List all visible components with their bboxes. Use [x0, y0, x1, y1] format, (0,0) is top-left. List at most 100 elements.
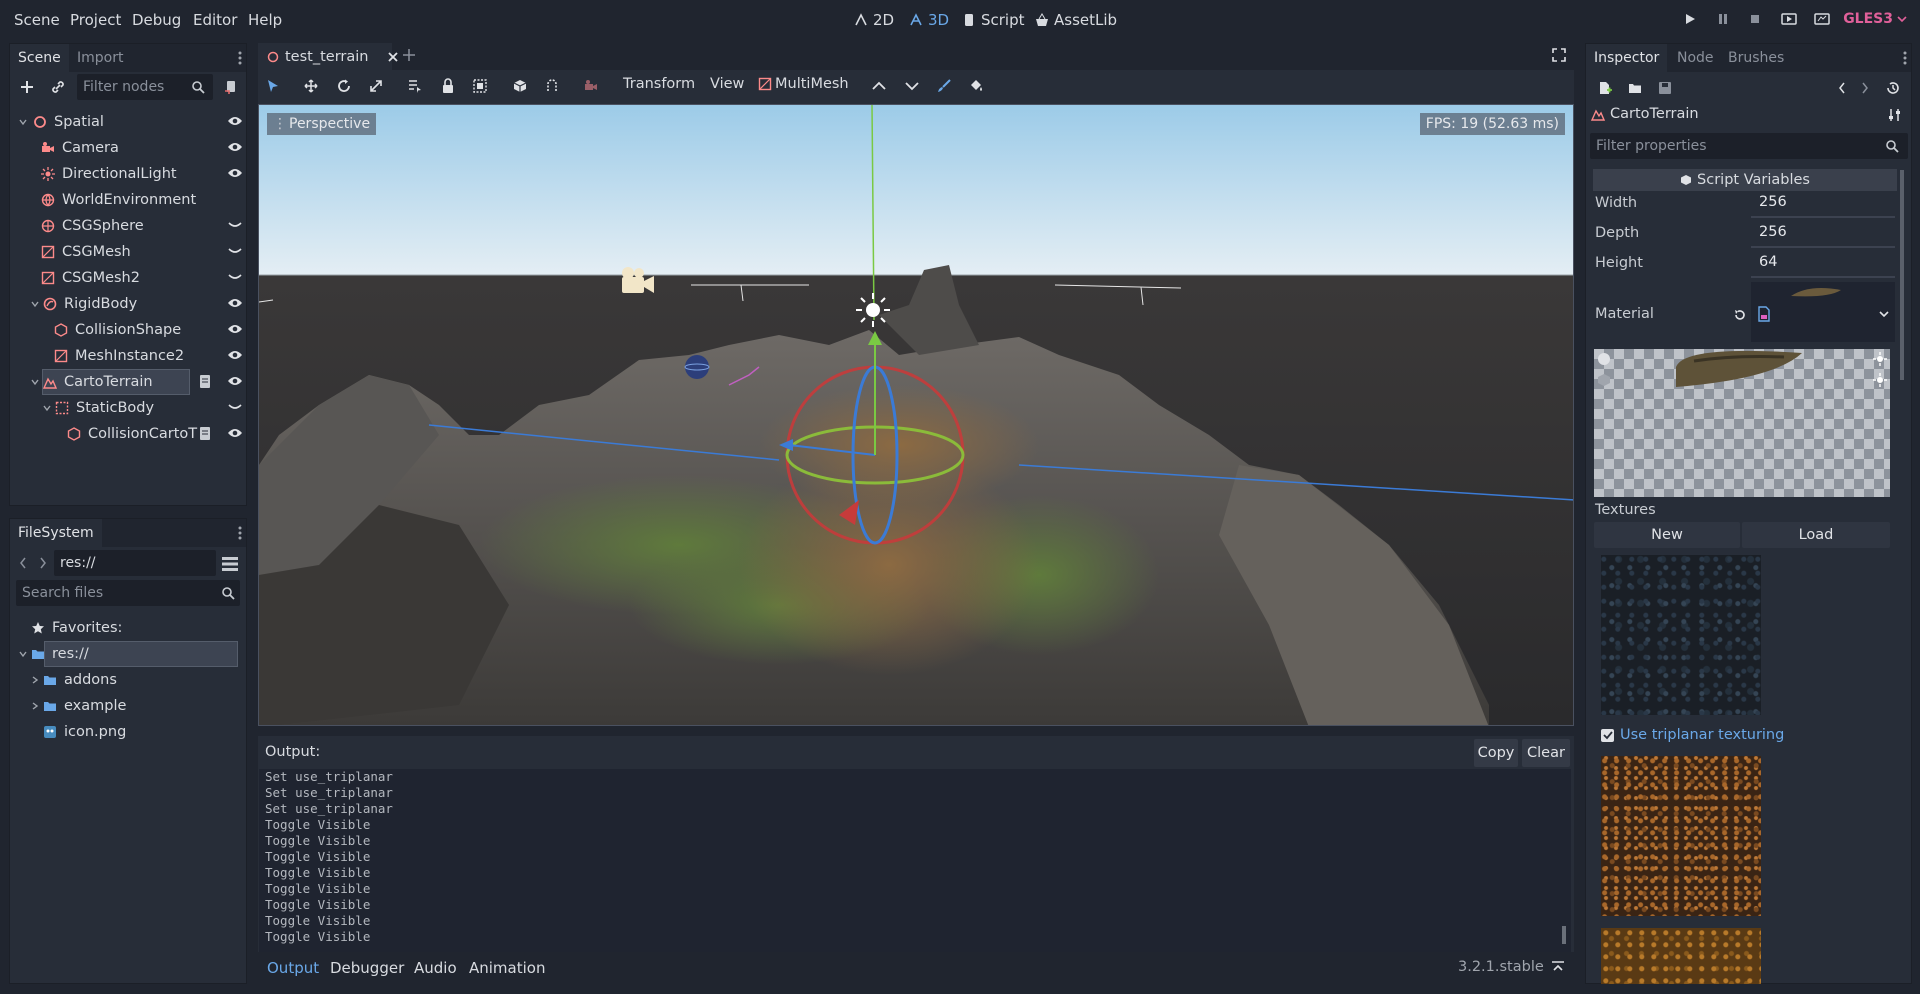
- tree-node-csgmesh[interactable]: CSGMesh: [40, 239, 131, 265]
- 3d-viewport[interactable]: ⋮ Perspective FPS: 19 (52.63 ms): [258, 104, 1574, 726]
- tree-node-rigidbody[interactable]: RigidBody: [30, 291, 137, 317]
- history-icon[interactable]: [1886, 81, 1900, 95]
- split-view-icon[interactable]: [221, 556, 239, 572]
- collapse-arrow-icon[interactable]: [30, 299, 40, 309]
- menu-help[interactable]: Help: [248, 11, 282, 29]
- visibility-eye-icon[interactable]: [227, 323, 243, 335]
- height-spinbox[interactable]: 64: [1751, 254, 1895, 278]
- play-scene-icon[interactable]: [1781, 12, 1797, 26]
- depth-spinbox[interactable]: 256: [1751, 224, 1895, 248]
- clear-button[interactable]: Clear: [1522, 739, 1570, 767]
- scale-tool-icon[interactable]: [369, 79, 383, 93]
- chevron-down-icon[interactable]: [1879, 310, 1889, 318]
- view-menu[interactable]: View: [710, 76, 744, 92]
- cube-preview-icon[interactable]: [1597, 373, 1611, 387]
- menu-editor[interactable]: Editor: [193, 11, 237, 29]
- tab-import[interactable]: Import: [69, 44, 131, 72]
- play-icon[interactable]: [1683, 12, 1697, 26]
- menu-debug[interactable]: Debug: [132, 11, 181, 29]
- history-forward-icon[interactable]: [1861, 82, 1869, 94]
- tab-inspector[interactable]: Inspector: [1586, 44, 1668, 72]
- lock-icon[interactable]: [441, 78, 455, 94]
- load-texture-button[interactable]: Load: [1742, 522, 1890, 548]
- distraction-free-icon[interactable]: [1552, 48, 1566, 62]
- revert-icon[interactable]: [1733, 308, 1747, 322]
- tree-node-meshinstance2[interactable]: MeshInstance2: [53, 343, 184, 369]
- perspective-menu[interactable]: ⋮ Perspective: [267, 113, 377, 135]
- light-2-icon[interactable]: [1873, 373, 1887, 387]
- visibility-eye-icon[interactable]: [227, 427, 243, 439]
- visibility-eye-icon[interactable]: [227, 115, 243, 127]
- expand-panel-icon[interactable]: [1551, 961, 1565, 973]
- collapse-arrow-icon[interactable]: [18, 117, 28, 127]
- tree-node-collisionshape[interactable]: CollisionShape: [53, 317, 181, 343]
- save-icon[interactable]: [1658, 81, 1672, 95]
- visibility-eye-icon[interactable]: [227, 167, 243, 179]
- favorites-row[interactable]: Favorites:: [30, 615, 122, 641]
- addons-folder-row[interactable]: addons: [30, 667, 117, 693]
- stop-icon[interactable]: [1748, 12, 1762, 26]
- rotate-tool-icon[interactable]: [337, 79, 351, 93]
- tree-node-collisioncartot[interactable]: CollisionCartoT: [66, 421, 197, 447]
- play-custom-scene-icon[interactable]: [1814, 12, 1830, 26]
- script-variables-header[interactable]: Script Variables: [1593, 169, 1897, 191]
- collapse-arrow-icon[interactable]: [18, 649, 28, 659]
- path-field[interactable]: res://: [54, 550, 216, 576]
- mode-2d-button[interactable]: 2D: [853, 11, 894, 29]
- new-texture-button[interactable]: New: [1594, 522, 1740, 548]
- dock-menu-icon[interactable]: [1903, 50, 1907, 66]
- mode-assetlib-button[interactable]: AssetLib: [1034, 11, 1117, 29]
- raise-terrain-icon[interactable]: [872, 81, 886, 91]
- tab-brushes[interactable]: Brushes: [1720, 44, 1792, 72]
- tab-output[interactable]: Output: [267, 959, 319, 977]
- dock-menu-icon[interactable]: [238, 50, 242, 66]
- tab-debugger[interactable]: Debugger: [330, 959, 404, 977]
- mode-script-button[interactable]: Script: [961, 11, 1025, 29]
- output-scrollbar[interactable]: [1562, 926, 1566, 944]
- res-folder-row[interactable]: res://: [18, 641, 89, 667]
- icon-file-row[interactable]: icon.png: [42, 719, 126, 745]
- output-log[interactable]: Set use_triplanar Set use_triplanar Set …: [259, 769, 1571, 952]
- tree-node-csgmesh2[interactable]: CSGMesh2: [40, 265, 140, 291]
- triplanar-checkbox-row[interactable]: Use triplanar texturing: [1601, 727, 1784, 743]
- multimesh-menu[interactable]: MultiMesh: [758, 76, 849, 92]
- pause-icon[interactable]: [1716, 12, 1730, 26]
- lower-terrain-icon[interactable]: [905, 81, 919, 91]
- tree-node-camera[interactable]: Camera: [40, 135, 119, 161]
- tab-scene[interactable]: Scene: [10, 44, 69, 72]
- tab-audio[interactable]: Audio: [414, 959, 457, 977]
- tree-node-staticbody[interactable]: StaticBody: [42, 395, 154, 421]
- expand-arrow-icon[interactable]: [30, 675, 40, 685]
- add-node-icon[interactable]: [19, 79, 35, 95]
- visibility-eye-icon[interactable]: [227, 141, 243, 153]
- collapse-arrow-icon[interactable]: [30, 377, 40, 387]
- inspected-object[interactable]: CartoTerrain: [1591, 106, 1699, 122]
- checkbox-checked-icon[interactable]: [1601, 728, 1614, 742]
- tab-filesystem[interactable]: FileSystem: [10, 519, 102, 547]
- hidden-eye-icon[interactable]: [227, 219, 243, 231]
- tree-node-csgsphere[interactable]: CSGSphere: [40, 213, 144, 239]
- paint-bucket-icon[interactable]: [969, 79, 983, 93]
- back-arrow-icon[interactable]: [19, 557, 27, 569]
- search-files-input[interactable]: Search files: [16, 580, 240, 606]
- tree-node-spatial[interactable]: Spatial: [18, 109, 104, 135]
- inspector-scrollbar[interactable]: [1900, 170, 1904, 380]
- expand-arrow-icon[interactable]: [30, 701, 40, 711]
- tree-node-worldenvironment[interactable]: WorldEnvironment: [40, 187, 196, 213]
- history-back-icon[interactable]: [1838, 82, 1846, 94]
- local-space-icon[interactable]: [513, 79, 527, 93]
- camera-preview-icon[interactable]: [584, 79, 598, 93]
- link-icon[interactable]: [50, 79, 66, 95]
- group-icon[interactable]: [473, 79, 487, 93]
- object-settings-icon[interactable]: [1888, 108, 1902, 122]
- open-folder-icon[interactable]: [1628, 81, 1642, 95]
- tree-node-directionallight[interactable]: DirectionalLight: [40, 161, 177, 187]
- new-resource-icon[interactable]: [1598, 81, 1612, 95]
- texture-thumbnail-sand[interactable]: [1601, 928, 1761, 984]
- move-tool-icon[interactable]: [304, 79, 318, 93]
- sphere-preview-icon[interactable]: [1597, 352, 1611, 366]
- hidden-eye-icon[interactable]: [227, 401, 243, 413]
- select-tool-icon[interactable]: [266, 79, 280, 93]
- example-folder-row[interactable]: example: [30, 693, 126, 719]
- paint-brush-icon[interactable]: [937, 79, 951, 93]
